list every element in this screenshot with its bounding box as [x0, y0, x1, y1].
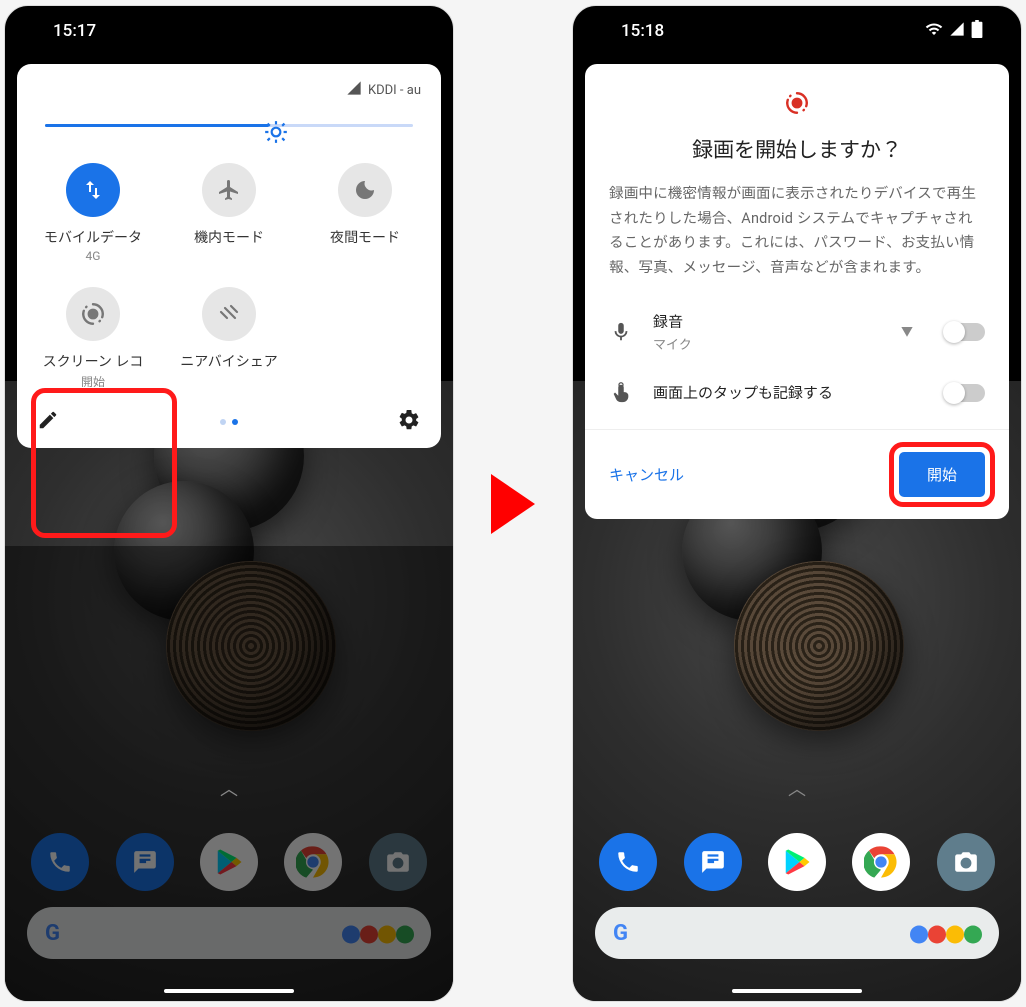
- nearby-icon: [202, 287, 256, 341]
- start-button[interactable]: 開始: [899, 452, 985, 497]
- phone-right: 15:18 録画を開始しますか？: [572, 5, 1022, 1002]
- carrier-label: KDDI - au: [368, 83, 421, 98]
- record-dialog: 録画を開始しますか？ 録画中に機密情報が画面に表示されたりデバイスで再生されたり…: [585, 64, 1009, 519]
- cancel-button[interactable]: キャンセル: [609, 464, 684, 485]
- gear-icon[interactable]: [397, 408, 421, 436]
- assistant-icon[interactable]: ●●●●: [909, 919, 981, 948]
- qs-tile-label: 機内モード: [194, 229, 264, 247]
- qs-tile-grid: モバイルデータ 4G 機内モード 夜間モード: [17, 153, 441, 404]
- status-time: 15:17: [53, 21, 96, 41]
- play-store-icon[interactable]: [200, 833, 258, 891]
- record-icon: [585, 84, 1009, 134]
- dialog-actions: キャンセル 開始: [585, 429, 1009, 519]
- brightness-thumb-icon[interactable]: [262, 118, 290, 146]
- audio-label: 録音: [653, 311, 881, 332]
- chevron-up-icon[interactable]: ︿: [788, 775, 806, 801]
- phone-left: 15:17 KDDI - au: [4, 5, 454, 1002]
- brightness-slider[interactable]: [17, 110, 441, 153]
- taps-label: 画面上のタップも記録する: [653, 382, 925, 403]
- dock: [573, 833, 1021, 891]
- play-store-icon[interactable]: [768, 833, 826, 891]
- qs-footer: [17, 404, 441, 436]
- taps-row[interactable]: 画面上のタップも記録する: [585, 367, 1009, 419]
- taps-toggle[interactable]: [945, 384, 985, 402]
- dialog-body: 録画中に機密情報が画面に表示されたりデバイスで再生されたりした場合、Androi…: [585, 182, 1009, 297]
- qs-tile-nearby-share[interactable]: ニアバイシェア: [161, 277, 297, 404]
- arrow-right-icon: [491, 474, 535, 534]
- status-bar: 15:18: [573, 6, 1021, 56]
- search-bar[interactable]: G ●●●●: [27, 907, 431, 959]
- qs-tile-screen-record[interactable]: スクリーン レコ 開始: [25, 277, 161, 404]
- signal-icon: [949, 21, 965, 42]
- status-time: 15:18: [621, 21, 664, 41]
- quick-settings-panel: KDDI - au モバ: [17, 64, 441, 448]
- audio-row[interactable]: 録音 マイク ▼: [585, 297, 1009, 367]
- google-logo-icon: G: [45, 921, 60, 946]
- messages-app-icon[interactable]: [116, 833, 174, 891]
- dock: [5, 833, 453, 891]
- chrome-app-icon[interactable]: [852, 833, 910, 891]
- mic-icon: [609, 320, 633, 344]
- qs-tile-night[interactable]: 夜間モード: [297, 153, 433, 277]
- chrome-app-icon[interactable]: [284, 833, 342, 891]
- chevron-up-icon[interactable]: ︿: [220, 775, 238, 801]
- phone-app-icon[interactable]: [31, 833, 89, 891]
- page-dots: [220, 419, 238, 425]
- qs-header: KDDI - au: [17, 80, 441, 110]
- swap-vert-icon: [66, 163, 120, 217]
- qs-tile-airplane[interactable]: 機内モード: [161, 153, 297, 277]
- status-bar: 15:17: [5, 6, 453, 56]
- signal-icon: [346, 80, 362, 100]
- home-indicator[interactable]: [732, 989, 862, 993]
- chevron-down-icon[interactable]: ▼: [901, 323, 913, 340]
- search-bar[interactable]: G ●●●●: [595, 907, 999, 959]
- dialog-title: 録画を開始しますか？: [585, 134, 1009, 182]
- moon-icon: [338, 163, 392, 217]
- qs-tile-sub: 開始: [81, 373, 105, 390]
- assistant-icon[interactable]: ●●●●: [341, 919, 413, 948]
- camera-app-icon[interactable]: [937, 833, 995, 891]
- touch-icon: [609, 381, 633, 405]
- qs-tile-label: ニアバイシェア: [180, 353, 277, 371]
- phone-app-icon[interactable]: [599, 833, 657, 891]
- battery-icon: [971, 20, 983, 43]
- qs-tile-label: 夜間モード: [330, 229, 400, 247]
- airplane-icon: [202, 163, 256, 217]
- google-logo-icon: G: [613, 921, 628, 946]
- qs-tile-label: モバイルデータ: [44, 229, 142, 247]
- messages-app-icon[interactable]: [684, 833, 742, 891]
- qs-tile-sub: 4G: [86, 249, 101, 263]
- edit-icon[interactable]: [37, 409, 59, 435]
- qs-tile-mobile-data[interactable]: モバイルデータ 4G: [25, 153, 161, 277]
- camera-app-icon[interactable]: [369, 833, 427, 891]
- qs-tile-label: スクリーン レコ: [43, 353, 144, 371]
- audio-toggle[interactable]: [945, 323, 985, 341]
- record-icon: [66, 287, 120, 341]
- wifi-icon: [925, 20, 943, 43]
- home-indicator[interactable]: [164, 989, 294, 993]
- audio-sub: マイク: [653, 334, 881, 353]
